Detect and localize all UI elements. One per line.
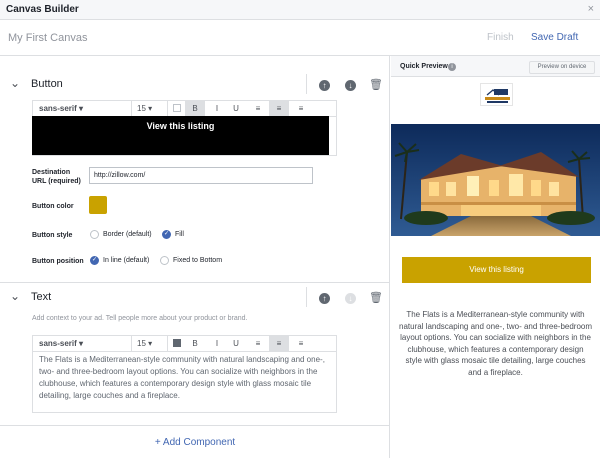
title-bar: Canvas Builder ×	[0, 0, 600, 20]
italic-button[interactable]: I	[207, 101, 227, 116]
button-text: View this listing	[146, 121, 215, 131]
button-position-label: Button position	[32, 258, 84, 265]
button-section-header[interactable]: ⌄ Button ↑ ↓ 🗑	[0, 72, 389, 98]
text-toolbar: sans-serif ▾ 15 ▾ B I U ≡ ≡ ≡	[32, 335, 337, 352]
move-up-icon[interactable]: ↑	[319, 293, 330, 304]
preview-panel: Quick Preview i Preview on device View t…	[391, 56, 600, 458]
section-divider	[0, 425, 389, 426]
house-photo	[391, 124, 600, 236]
quick-preview-title: Quick Preview	[400, 63, 448, 70]
section-divider	[0, 282, 389, 283]
bold-button[interactable]: B	[185, 101, 205, 116]
radio-border-label[interactable]: Border (default)	[103, 231, 152, 238]
underline-button[interactable]: U	[226, 101, 246, 116]
font-family-select[interactable]: sans-serif ▾	[39, 339, 83, 348]
preview-device: View this listing The Flats is a Mediter…	[391, 76, 600, 458]
button-text-toolbar: sans-serif ▾ 15 ▾ B I U ≡ ≡ ≡	[32, 100, 337, 117]
trash-icon[interactable]: 🗑	[369, 291, 383, 304]
text-section-title: Text	[31, 291, 52, 303]
button-text-editor[interactable]: View this listing	[32, 116, 329, 155]
preview-cta-button[interactable]: View this listing	[402, 257, 591, 283]
close-icon[interactable]: ×	[588, 3, 594, 15]
canvas-header: My First Canvas Finish Save Draft	[0, 20, 600, 56]
finish-button[interactable]: Finish	[487, 32, 514, 43]
radio-border[interactable]	[90, 230, 99, 239]
text-color-swatch[interactable]	[173, 104, 181, 112]
chevron-down-icon[interactable]: ⌄	[10, 76, 20, 90]
align-left-icon[interactable]: ≡	[248, 101, 268, 116]
radio-fill-label[interactable]: Fill	[175, 231, 184, 238]
company-logo	[480, 83, 513, 106]
canvas-name[interactable]: My First Canvas	[8, 32, 87, 44]
underline-button[interactable]: U	[226, 336, 246, 351]
align-right-icon[interactable]: ≡	[291, 336, 311, 351]
button-style-label: Button style	[32, 232, 73, 239]
destination-url-input[interactable]: http://zillow.com/	[89, 167, 313, 184]
text-editor[interactable]: The Flats is a Mediterranean-style commu…	[32, 351, 337, 413]
info-icon[interactable]: i	[448, 63, 456, 71]
chevron-down-icon[interactable]: ⌄	[10, 289, 20, 303]
align-center-icon[interactable]: ≡	[269, 336, 289, 351]
font-family-select[interactable]: sans-serif ▾	[39, 104, 83, 113]
button-color-swatch[interactable]	[89, 196, 107, 214]
radio-fixed-bottom[interactable]	[160, 256, 169, 265]
button-color-label: Button color	[32, 203, 74, 210]
radio-fill[interactable]: ✓	[162, 230, 171, 239]
divider	[306, 74, 307, 94]
text-color-swatch[interactable]	[173, 339, 181, 347]
destination-label: Destination URL (required)	[32, 169, 81, 185]
move-down-icon: ↓	[345, 293, 356, 304]
radio-fixed-bottom-label[interactable]: Fixed to Bottom	[173, 257, 222, 264]
align-right-icon[interactable]: ≡	[291, 101, 311, 116]
window-title: Canvas Builder	[6, 4, 79, 15]
text-hint: Add context to your ad. Tell people more…	[32, 315, 248, 322]
divider	[131, 336, 132, 351]
font-size-select[interactable]: 15 ▾	[137, 104, 152, 113]
button-section-title: Button	[31, 78, 63, 90]
preview-description: The Flats is a Mediterranean-style commu…	[399, 310, 593, 377]
preview-on-device-button[interactable]: Preview on device	[529, 61, 595, 74]
move-up-icon[interactable]: ↑	[319, 80, 330, 91]
divider	[306, 287, 307, 307]
radio-inline[interactable]: ✓	[90, 256, 99, 265]
editor-panel: ⌄ Button ↑ ↓ 🗑 sans-serif ▾ 15 ▾ B I U ≡…	[0, 56, 390, 458]
add-component-button[interactable]: + Add Component	[0, 437, 389, 448]
divider	[167, 336, 168, 351]
divider	[131, 101, 132, 116]
radio-inline-label[interactable]: In line (default)	[103, 257, 149, 264]
trash-icon[interactable]: 🗑	[369, 78, 383, 91]
align-left-icon[interactable]: ≡	[248, 336, 268, 351]
move-down-icon[interactable]: ↓	[345, 80, 356, 91]
save-draft-button[interactable]: Save Draft	[531, 32, 578, 43]
text-section-header[interactable]: ⌄ Text ↑ ↓ 🗑	[0, 285, 389, 311]
italic-button[interactable]: I	[207, 336, 227, 351]
align-center-icon[interactable]: ≡	[269, 101, 289, 116]
bold-button[interactable]: B	[185, 336, 205, 351]
font-size-select[interactable]: 15 ▾	[137, 339, 152, 348]
divider	[167, 101, 168, 116]
